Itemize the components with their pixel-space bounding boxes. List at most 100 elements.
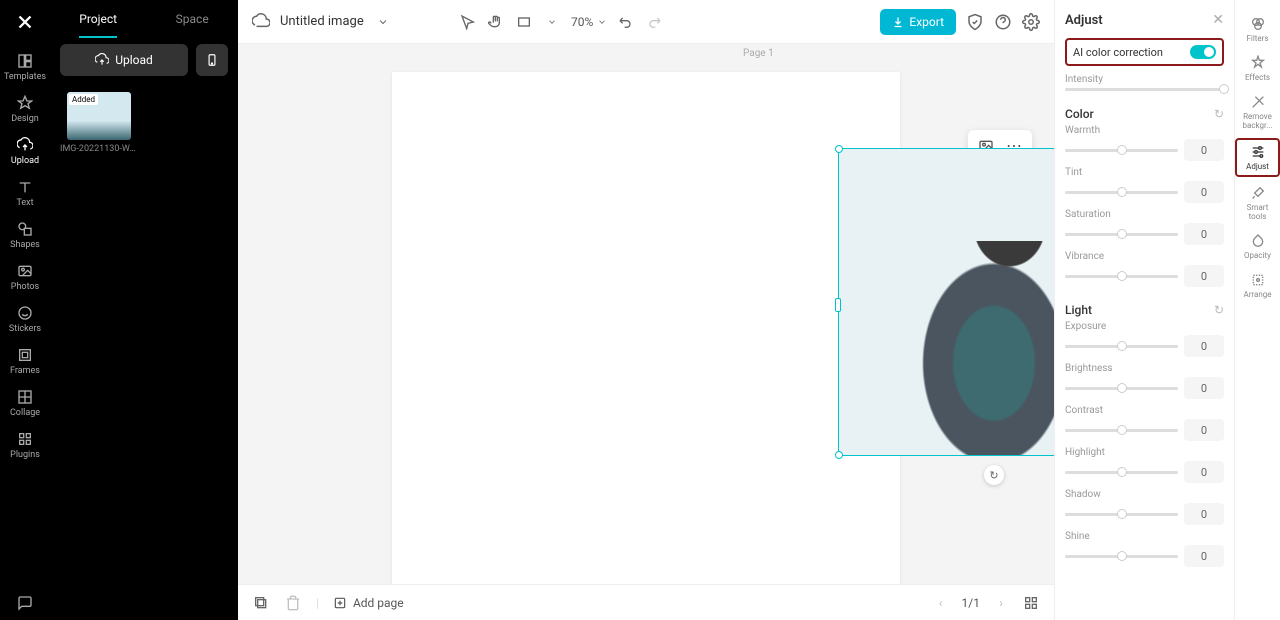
warmth-slider[interactable] bbox=[1065, 149, 1178, 152]
help-icon[interactable] bbox=[994, 13, 1012, 31]
next-page-icon[interactable]: › bbox=[992, 594, 1010, 612]
intensity-slider[interactable] bbox=[1065, 88, 1224, 91]
undo-icon[interactable] bbox=[617, 13, 635, 31]
collage-icon bbox=[16, 388, 34, 406]
resize-handle-tl[interactable] bbox=[835, 145, 843, 153]
nav-text[interactable]: Text bbox=[0, 172, 50, 214]
highlight-label: Highlight bbox=[1065, 447, 1224, 458]
phone-icon bbox=[205, 53, 219, 67]
cloud-sync-icon[interactable] bbox=[252, 13, 270, 31]
tool-effects[interactable]: Effects bbox=[1235, 51, 1280, 86]
tool-opacity[interactable]: Opacity bbox=[1235, 229, 1280, 264]
design-icon bbox=[16, 94, 34, 112]
tint-slider[interactable] bbox=[1065, 191, 1178, 194]
highlight-value[interactable]: 0 bbox=[1184, 461, 1224, 483]
shine-value[interactable]: 0 bbox=[1184, 545, 1224, 567]
nav-plugins[interactable]: Plugins bbox=[0, 424, 50, 466]
tool-filters[interactable]: Filters bbox=[1235, 12, 1280, 47]
shadow-slider[interactable] bbox=[1065, 513, 1178, 516]
tool-arrange[interactable]: Arrange bbox=[1235, 268, 1280, 303]
nav-stickers[interactable]: Stickers bbox=[0, 298, 50, 340]
canvas-page[interactable] bbox=[392, 72, 900, 584]
shine-slider[interactable] bbox=[1065, 555, 1178, 558]
tool-label: Adjust bbox=[1246, 162, 1269, 171]
tool-remove-bg[interactable]: Remove backgr... bbox=[1235, 90, 1280, 134]
vibrance-slider[interactable] bbox=[1065, 275, 1178, 278]
title-chevron-icon[interactable] bbox=[374, 13, 392, 31]
contrast-label: Contrast bbox=[1065, 405, 1224, 416]
reset-color-icon[interactable]: ↻ bbox=[1214, 107, 1224, 121]
nav-upload[interactable]: Upload bbox=[0, 130, 50, 172]
nav-collage[interactable]: Collage bbox=[0, 382, 50, 424]
redo-icon[interactable] bbox=[645, 13, 663, 31]
nav-design[interactable]: Design bbox=[0, 88, 50, 130]
resize-handle-bl[interactable] bbox=[835, 451, 843, 459]
nav-label: Collage bbox=[10, 408, 40, 418]
templates-icon bbox=[16, 52, 34, 70]
contrast-value[interactable]: 0 bbox=[1184, 419, 1224, 441]
ai-color-correction-row: AI color correction bbox=[1065, 38, 1224, 66]
prev-page-icon[interactable]: ‹ bbox=[932, 594, 950, 612]
nav-label: Frames bbox=[10, 366, 40, 376]
tool-adjust[interactable]: Adjust bbox=[1235, 138, 1280, 177]
ai-color-toggle[interactable] bbox=[1190, 45, 1216, 59]
saturation-slider[interactable] bbox=[1065, 233, 1178, 236]
vibrance-label: Vibrance bbox=[1065, 251, 1224, 262]
exposure-label: Exposure bbox=[1065, 321, 1224, 332]
resize-chevron-icon[interactable] bbox=[543, 13, 561, 31]
tool-label: Smart tools bbox=[1237, 203, 1278, 221]
close-panel-icon[interactable]: ✕ bbox=[1212, 12, 1224, 28]
export-button[interactable]: Export bbox=[880, 9, 956, 35]
selection-box[interactable]: ↻ bbox=[838, 148, 1054, 456]
tool-smart-tools[interactable]: Smart tools bbox=[1235, 181, 1280, 225]
text-icon bbox=[16, 178, 34, 196]
shield-icon[interactable] bbox=[966, 13, 984, 31]
warmth-value[interactable]: 0 bbox=[1184, 139, 1224, 161]
shadow-value[interactable]: 0 bbox=[1184, 503, 1224, 525]
cloud-upload-icon bbox=[95, 53, 109, 67]
contrast-slider[interactable] bbox=[1065, 429, 1178, 432]
zoom-value[interactable]: 70% bbox=[571, 15, 593, 29]
app-logo[interactable] bbox=[11, 8, 39, 36]
smart-tools-icon bbox=[1250, 185, 1266, 201]
upload-button[interactable]: Upload bbox=[60, 44, 188, 76]
document-title[interactable]: Untitled image bbox=[280, 14, 364, 29]
nav-templates[interactable]: Templates bbox=[0, 46, 50, 88]
upload-label: Upload bbox=[115, 53, 153, 67]
hand-tool-icon[interactable] bbox=[487, 13, 505, 31]
exposure-slider[interactable] bbox=[1065, 345, 1178, 348]
page-label: Page 1 bbox=[743, 48, 774, 59]
rotate-handle[interactable]: ↻ bbox=[984, 465, 1004, 485]
brightness-value[interactable]: 0 bbox=[1184, 377, 1224, 399]
layers-icon[interactable] bbox=[252, 594, 270, 612]
upload-from-phone-button[interactable] bbox=[196, 44, 228, 76]
add-page-button[interactable]: Add page bbox=[333, 596, 404, 610]
grid-view-icon[interactable] bbox=[1022, 594, 1040, 612]
filters-icon bbox=[1250, 16, 1266, 32]
selected-image[interactable] bbox=[839, 149, 1054, 455]
resize-menu-icon[interactable] bbox=[515, 13, 533, 31]
saturation-label: Saturation bbox=[1065, 209, 1224, 220]
tab-space[interactable]: Space bbox=[176, 6, 209, 32]
delete-icon[interactable] bbox=[284, 594, 302, 612]
vibrance-value[interactable]: 0 bbox=[1184, 265, 1224, 287]
brightness-slider[interactable] bbox=[1065, 387, 1178, 390]
uploaded-thumbnail[interactable]: Added IMG-20221130-WA0... bbox=[60, 92, 138, 154]
settings-icon[interactable] bbox=[1022, 13, 1040, 31]
tool-label: Opacity bbox=[1244, 251, 1271, 260]
nav-shapes[interactable]: Shapes bbox=[0, 214, 50, 256]
nav-feedback[interactable] bbox=[0, 588, 50, 620]
tool-label: Remove backgr... bbox=[1237, 112, 1278, 130]
zoom-chevron-icon[interactable] bbox=[597, 17, 607, 27]
nav-photos[interactable]: Photos bbox=[0, 256, 50, 298]
cursor-tool-icon[interactable] bbox=[459, 13, 477, 31]
add-page-icon bbox=[333, 596, 347, 610]
tab-project[interactable]: Project bbox=[79, 6, 117, 32]
exposure-value[interactable]: 0 bbox=[1184, 335, 1224, 357]
saturation-value[interactable]: 0 bbox=[1184, 223, 1224, 245]
highlight-slider[interactable] bbox=[1065, 471, 1178, 474]
tint-value[interactable]: 0 bbox=[1184, 181, 1224, 203]
nav-frames[interactable]: Frames bbox=[0, 340, 50, 382]
resize-handle-ml[interactable] bbox=[835, 298, 841, 312]
reset-light-icon[interactable]: ↻ bbox=[1214, 303, 1224, 317]
